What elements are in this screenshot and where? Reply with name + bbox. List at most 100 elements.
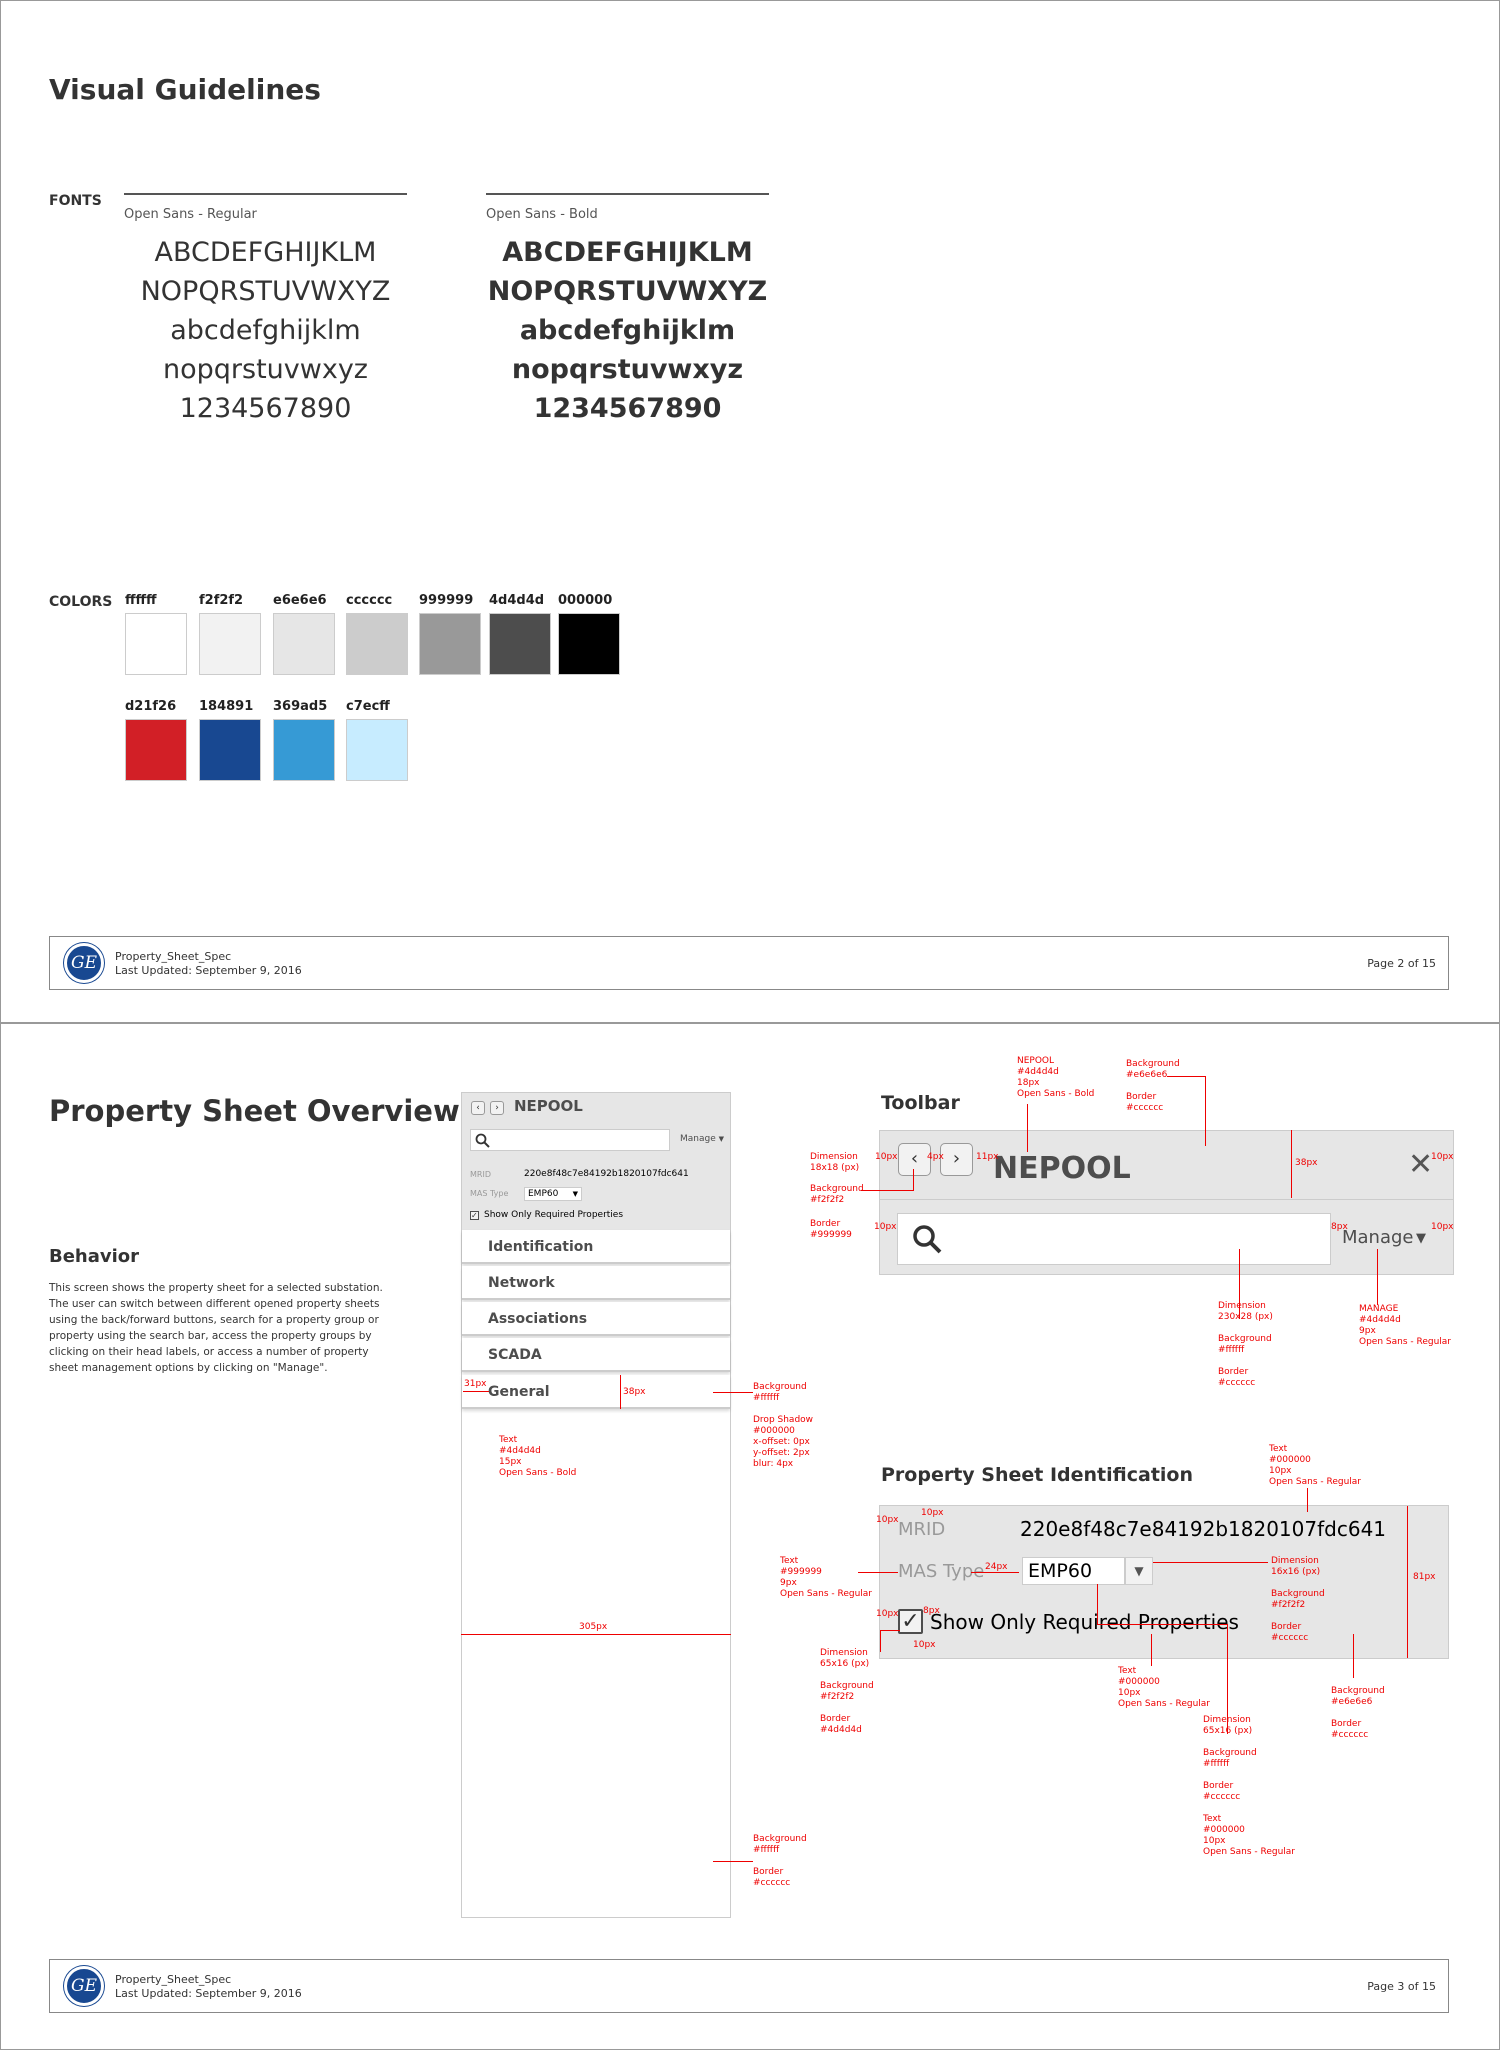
page-title: Property Sheet Overview	[49, 1094, 460, 1128]
spec-annotation: Dimension 18x18 (px)	[810, 1152, 860, 1173]
required-checkbox[interactable]: ✓	[470, 1211, 479, 1220]
redline	[1097, 1584, 1098, 1624]
divider	[124, 193, 407, 195]
chevron-down-icon[interactable]: ▼	[1125, 1557, 1153, 1585]
forward-button[interactable]: ›	[490, 1101, 504, 1115]
redline	[861, 1190, 913, 1191]
font-name: Open Sans - Bold	[486, 207, 598, 222]
group-header-network[interactable]: Network	[462, 1266, 730, 1300]
spec-annotation: 4px	[927, 1152, 944, 1162]
redline	[880, 1630, 900, 1631]
mas-type-select[interactable]: EMP60	[1022, 1557, 1125, 1585]
spec-annotation: Text #000000 10px Open Sans - Regular	[1269, 1444, 1362, 1487]
sheet-title: NEPOOL	[993, 1151, 1131, 1186]
spec-annotation: 31px	[464, 1379, 487, 1389]
redline	[858, 1572, 898, 1573]
behavior-text: This screen shows the property sheet for…	[49, 1282, 383, 1374]
swatch-label: 369ad5	[273, 699, 328, 714]
group-header-identification[interactable]: Identification	[462, 1230, 730, 1264]
mrid-label: MRID	[898, 1519, 946, 1540]
chevron-down-icon[interactable]: ▼	[1416, 1231, 1426, 1246]
redline	[1353, 1634, 1354, 1678]
redline	[1291, 1130, 1292, 1198]
group-header-general[interactable]: General	[462, 1375, 730, 1409]
property-sheet-panel: ‹ › NEPOOL Manage ▼ MRID 220e8f48c7e8419…	[461, 1092, 731, 1918]
font-sample-text: ABCDEFGHIJKLM NOPQRSTUVWXYZ abcdefghijkl…	[486, 233, 769, 428]
manage-label: Manage	[680, 1134, 716, 1144]
page-title: Visual Guidelines	[49, 73, 321, 106]
redline	[1097, 1624, 1227, 1625]
spec-annotation: 305px	[579, 1622, 608, 1632]
spec-annotation: 81px	[1413, 1572, 1436, 1582]
sample-line: 1234567890	[179, 393, 352, 424]
mas-type-label: MAS Type	[470, 1189, 509, 1198]
sample-line: NOPQRSTUVWXYZ	[487, 276, 768, 307]
swatch-box	[199, 613, 261, 675]
redline	[713, 1392, 753, 1393]
close-icon[interactable]: ✕	[1408, 1147, 1433, 1182]
spec-annotation: NEPOOL #4d4d4d 18px Open Sans - Bold	[1017, 1056, 1095, 1099]
manage-menu[interactable]: Manage	[1342, 1227, 1414, 1248]
spec-annotation: Background #ffffff Drop Shadow #000000 x…	[753, 1382, 814, 1469]
spec-annotation: 10px	[875, 1152, 898, 1162]
mrid-value: 220e8f48c7e84192b1820107fdc641	[1020, 1517, 1387, 1541]
group-label: SCADA	[488, 1347, 542, 1363]
spec-annotation: Background #f2f2f2	[810, 1184, 864, 1205]
group-header-scada[interactable]: SCADA	[462, 1338, 730, 1372]
doc-name: Property_Sheet_Spec	[115, 950, 232, 963]
redline	[1377, 1249, 1378, 1305]
swatch-label: 4d4d4d	[489, 593, 545, 608]
sample-line: abcdefghijklm	[170, 315, 361, 346]
fonts-label: FONTS	[49, 193, 102, 209]
page-visual-guidelines: Visual Guidelines FONTS Open Sans - Regu…	[0, 0, 1500, 1023]
spec-annotation: Background #e6e6e6 Border #cccccc	[1331, 1686, 1385, 1740]
redline	[1151, 1634, 1152, 1666]
redline	[461, 1634, 731, 1635]
sample-line: ABCDEFGHIJKLM	[154, 237, 377, 268]
toolbar: ‹ › NEPOOL ✕ Manage ▼	[879, 1130, 1454, 1275]
spec-annotation: 10px	[1431, 1222, 1454, 1232]
group-label: Identification	[488, 1239, 594, 1255]
swatch-box	[199, 719, 261, 781]
group-header-associations[interactable]: Associations	[462, 1302, 730, 1336]
redline	[880, 1630, 881, 1652]
back-button[interactable]: ‹	[471, 1101, 485, 1115]
sample-line: abcdefghijklm	[519, 315, 736, 346]
spec-annotation: 10px	[876, 1515, 899, 1525]
swatch-box	[489, 613, 551, 675]
swatch-label: e6e6e6	[273, 593, 327, 608]
redline	[1205, 1076, 1206, 1146]
spec-annotation: 38px	[623, 1387, 646, 1397]
spec-annotation: 10px	[913, 1640, 936, 1650]
swatch-box	[125, 719, 187, 781]
spec-annotation: Dimension 16x16 (px) Background #f2f2f2 …	[1271, 1556, 1325, 1643]
search-input[interactable]	[897, 1213, 1331, 1265]
swatch-label: 999999	[419, 593, 474, 608]
sample-line: nopqrstuvwxyz	[163, 354, 368, 385]
search-input[interactable]	[470, 1129, 670, 1151]
spec-annotation: Dimension 230x28 (px) Background #ffffff…	[1218, 1301, 1273, 1388]
divider	[880, 1199, 1453, 1200]
mas-type-select[interactable]: EMP60 ▼	[524, 1187, 582, 1201]
identification-box: MRID 220e8f48c7e84192b1820107fdc641 MAS …	[879, 1505, 1449, 1659]
manage-menu[interactable]: Manage ▼	[680, 1134, 724, 1144]
behavior-title: Behavior	[49, 1246, 140, 1267]
redline	[620, 1375, 621, 1409]
swatch-box	[273, 613, 335, 675]
required-checkbox-label: Show Only Required Properties	[930, 1610, 1239, 1634]
spec-annotation: 10px	[1431, 1152, 1454, 1162]
identification-heading: Property Sheet Identification	[881, 1464, 1193, 1486]
group-label: General	[488, 1384, 550, 1400]
chevron-down-icon: ▼	[718, 1135, 725, 1143]
spec-annotation: 11px	[976, 1152, 999, 1162]
page-property-sheet-overview: Property Sheet Overview Behavior This sc…	[0, 1023, 1500, 2050]
swatch-label: 000000	[558, 593, 613, 608]
font-sample-text: ABCDEFGHIJKLM NOPQRSTUVWXYZ abcdefghijkl…	[124, 233, 407, 428]
panel-header: ‹ › NEPOOL Manage ▼ MRID 220e8f48c7e8419…	[462, 1093, 730, 1230]
doc-name: Property_Sheet_Spec	[115, 1973, 232, 1986]
sample-line: ABCDEFGHIJKLM	[502, 237, 753, 268]
required-checkbox[interactable]: ✓	[898, 1609, 923, 1634]
sample-line: nopqrstuvwxyz	[511, 354, 744, 385]
forward-button[interactable]: ›	[940, 1143, 973, 1176]
redline	[1027, 1104, 1028, 1152]
